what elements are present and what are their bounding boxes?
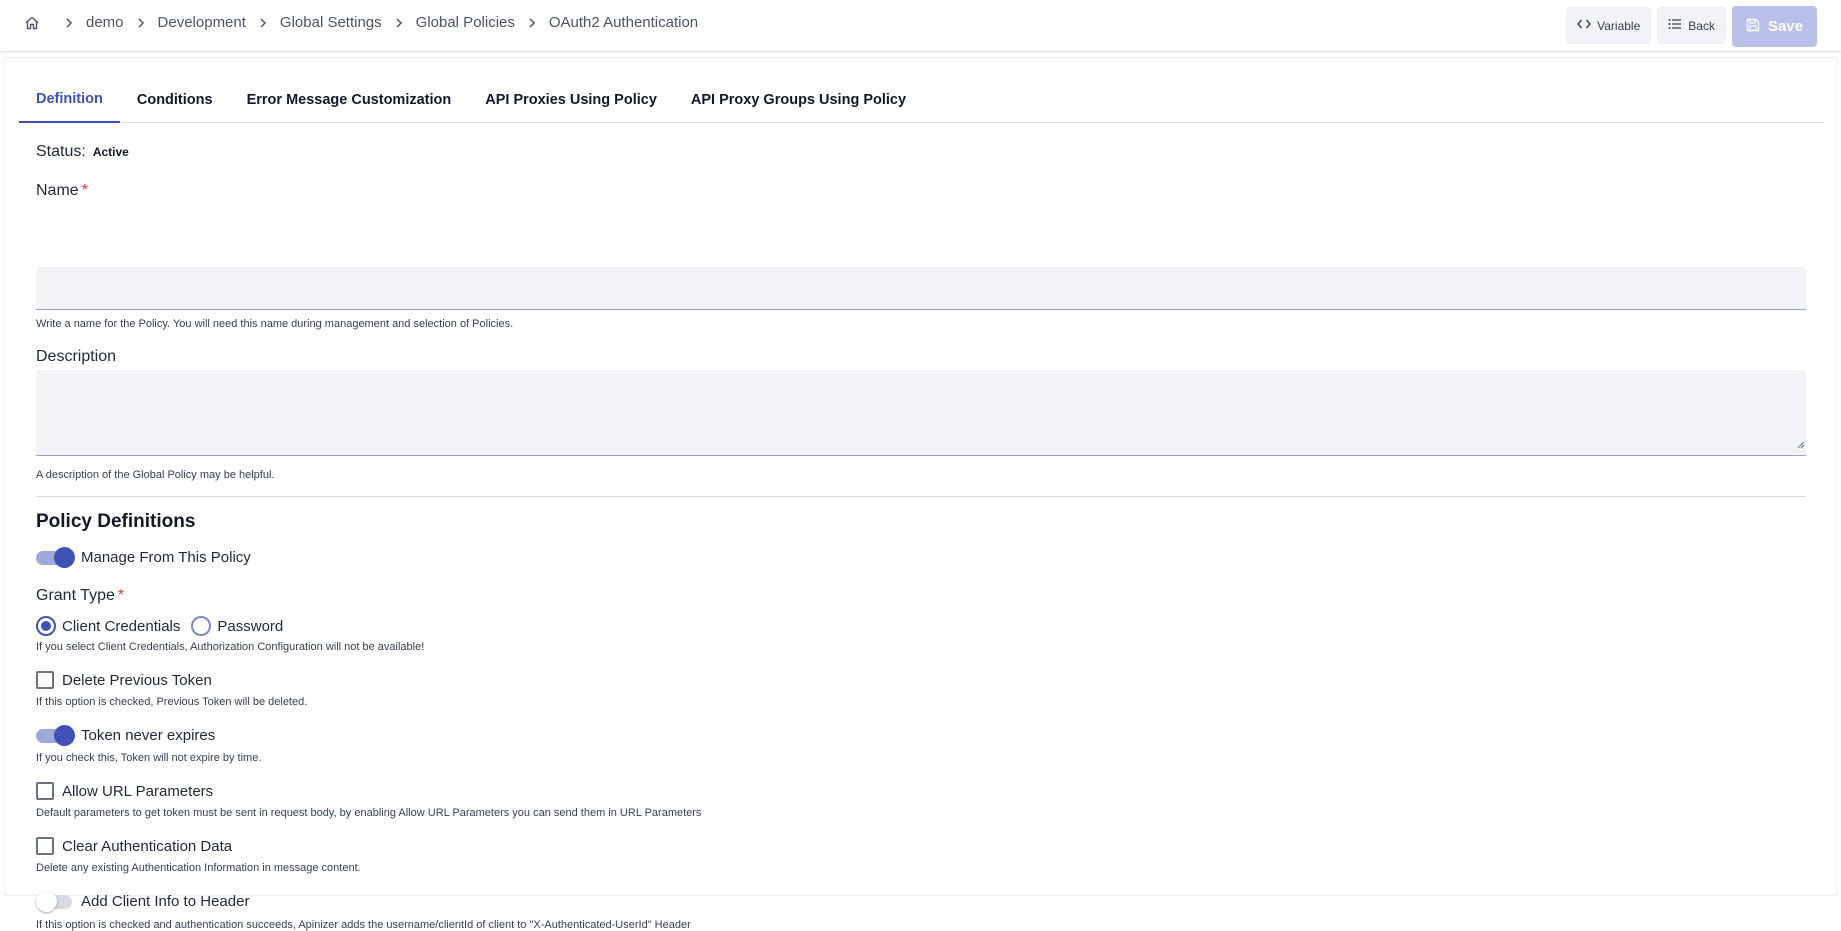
grant-type-help-text: If you select Client Credentials, Author… (36, 641, 425, 653)
chevron-right-icon (395, 17, 403, 28)
required-mark: * (117, 587, 125, 604)
list-icon (1668, 18, 1682, 33)
back-button[interactable]: Back (1657, 7, 1726, 44)
add-client-info-row: Add Client Info to Header (36, 891, 249, 912)
code-icon (1577, 18, 1592, 33)
status-label: Status: (36, 143, 86, 160)
variable-button[interactable]: Variable (1566, 7, 1652, 44)
breadcrumb-item-global-policies[interactable]: Global Policies (416, 14, 515, 31)
breadcrumb-item-global-settings[interactable]: Global Settings (280, 14, 382, 31)
save-icon (1746, 18, 1760, 36)
breadcrumb: demo Development Global Settings Global … (24, 14, 698, 31)
token-never-expires-toggle[interactable] (36, 725, 75, 746)
status-row: Status: Active (36, 143, 129, 161)
top-actions: Variable Back Save (1566, 6, 1817, 47)
add-client-info-help: If this option is checked and authentica… (36, 919, 691, 931)
save-button-label: Save (1767, 18, 1803, 35)
clear-authentication-data-checkbox[interactable] (36, 837, 54, 855)
manage-from-policy-row: Manage From This Policy (36, 547, 251, 568)
tab-bar: Definition Conditions Error Message Cust… (19, 77, 1825, 123)
policy-definitions-title: Policy Definitions (36, 511, 196, 532)
allow-url-parameters-checkbox[interactable] (36, 782, 54, 800)
chevron-right-icon (137, 17, 145, 28)
token-never-expires-row: Token never expires (36, 725, 215, 746)
home-icon[interactable] (24, 15, 40, 31)
radio-password-label[interactable]: Password (217, 618, 283, 635)
radio-client-credentials-label[interactable]: Client Credentials (62, 618, 180, 635)
token-never-expires-label: Token never expires (81, 727, 216, 744)
back-button-label: Back (1688, 18, 1715, 33)
description-label: Description (36, 348, 117, 365)
delete-previous-token-label[interactable]: Delete Previous Token (62, 672, 212, 689)
grant-type-options: Client Credentials Password (36, 616, 283, 636)
token-never-expires-help: If you check this, Token will not expire… (36, 752, 262, 764)
resize-handle-icon[interactable] (1797, 436, 1805, 454)
grant-type-label: Grant Type * (36, 587, 124, 605)
variable-button-label: Variable (1597, 18, 1641, 33)
add-client-info-toggle[interactable] (36, 891, 75, 912)
clear-authentication-data-help: Delete any existing Authentication Infor… (36, 862, 361, 874)
chevron-right-icon (259, 17, 267, 28)
radio-password[interactable] (191, 616, 212, 636)
breadcrumb-item-current: OAuth2 Authentication (548, 14, 699, 31)
description-textarea[interactable] (36, 370, 1806, 456)
divider (36, 496, 1806, 497)
breadcrumb-item-development[interactable]: Development (158, 14, 246, 31)
delete-previous-token-checkbox[interactable] (36, 671, 54, 689)
chevron-right-icon (65, 17, 73, 28)
policy-card: Definition Conditions Error Message Cust… (4, 57, 1837, 931)
name-label: Name * (36, 182, 88, 200)
status-badge: Active (92, 145, 129, 159)
required-mark: * (81, 182, 88, 199)
clear-authentication-data-label[interactable]: Clear Authentication Data (62, 838, 232, 855)
tab-error-message-customization[interactable]: Error Message Customization (230, 77, 469, 123)
delete-previous-token-help: If this option is checked, Previous Toke… (36, 696, 308, 708)
delete-previous-token-row: Delete Previous Token (36, 671, 212, 689)
tab-definition[interactable]: Definition (19, 77, 120, 123)
name-input[interactable] (36, 267, 1806, 310)
manage-from-policy-toggle[interactable] (36, 547, 75, 568)
allow-url-parameters-row: Allow URL Parameters (36, 782, 213, 800)
breadcrumb-item-demo[interactable]: demo (86, 14, 124, 31)
manage-from-policy-label: Manage From This Policy (81, 549, 251, 566)
tab-api-proxies-using-policy[interactable]: API Proxies Using Policy (468, 77, 674, 123)
allow-url-parameters-label[interactable]: Allow URL Parameters (62, 783, 213, 800)
grant-type-label-text: Grant Type (36, 587, 115, 604)
name-help-text: Write a name for the Policy. You will ne… (36, 318, 514, 330)
top-bar: demo Development Global Settings Global … (0, 0, 1841, 52)
tab-conditions[interactable]: Conditions (120, 77, 230, 123)
chevron-right-icon (528, 17, 536, 28)
description-help-text: A description of the Global Policy may b… (36, 469, 275, 481)
radio-client-credentials[interactable] (36, 616, 56, 636)
tab-api-proxy-groups-using-policy[interactable]: API Proxy Groups Using Policy (674, 77, 923, 123)
allow-url-parameters-help: Default parameters to get token must be … (36, 807, 702, 819)
save-button[interactable]: Save (1731, 6, 1817, 47)
clear-authentication-data-row: Clear Authentication Data (36, 837, 232, 855)
name-label-text: Name (36, 182, 79, 199)
